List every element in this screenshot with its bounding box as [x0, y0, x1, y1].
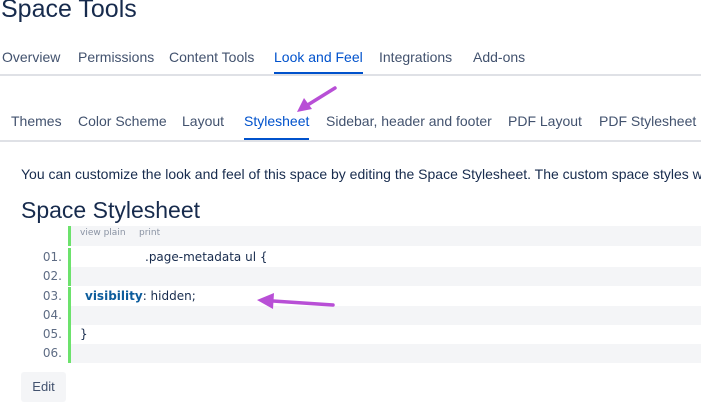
tab-sidebar-header-footer[interactable]: Sidebar, header and footer: [326, 113, 492, 129]
code-line-body: [68, 306, 701, 325]
code-line-body: [68, 267, 701, 286]
tab-permissions[interactable]: Permissions: [78, 49, 154, 65]
tab-color-scheme[interactable]: Color Scheme: [78, 113, 167, 129]
css-value-text: : hidden;: [142, 289, 196, 303]
code-line: 05. }: [22, 325, 701, 344]
code-line-body: [68, 344, 701, 363]
sub-tab-bar: Themes Color Scheme Layout Stylesheet Si…: [0, 108, 701, 142]
annotation-arrow-icon: [297, 86, 337, 112]
line-number: 04.: [42, 308, 62, 322]
line-number: 01.: [42, 250, 62, 264]
tab-themes[interactable]: Themes: [11, 113, 62, 129]
css-property-keyword: visibility: [85, 289, 143, 303]
tab-content-tools[interactable]: Content Tools: [169, 49, 254, 65]
view-plain-link[interactable]: view plain: [80, 228, 126, 238]
code-line-body: .page-metadata ul {: [68, 248, 701, 267]
main-tab-bar: Overview Permissions Content Tools Look …: [0, 44, 701, 76]
tab-look-and-feel[interactable]: Look and Feel: [274, 49, 363, 74]
intro-text: You can customize the look and feel of t…: [21, 166, 701, 182]
code-text: }: [80, 327, 88, 341]
code-line-body: visibility: hidden;: [68, 287, 701, 306]
line-number: 05.: [42, 327, 62, 341]
line-number: 02.: [42, 269, 62, 283]
tab-pdf-stylesheet[interactable]: PDF Stylesheet: [599, 113, 696, 129]
line-number: 06.: [42, 346, 62, 360]
code-line: 03. visibility: hidden;: [22, 287, 701, 306]
code-line: 04.: [22, 306, 701, 325]
page-title: Space Tools: [1, 0, 137, 23]
tab-integrations[interactable]: Integrations: [379, 49, 452, 65]
tab-add-ons[interactable]: Add-ons: [473, 49, 525, 65]
tab-layout[interactable]: Layout: [182, 113, 224, 129]
tab-overview[interactable]: Overview: [2, 49, 60, 65]
code-text: visibility: hidden;: [85, 289, 196, 303]
tab-pdf-layout[interactable]: PDF Layout: [508, 113, 582, 129]
code-line: 06.: [22, 344, 701, 363]
print-link[interactable]: print: [139, 228, 160, 238]
edit-button[interactable]: Edit: [21, 372, 66, 402]
code-block: view plain print 01. .page-metadata ul {…: [22, 226, 701, 363]
line-number: 03.: [42, 289, 62, 303]
code-line-body: }: [68, 325, 701, 344]
code-line: 01. .page-metadata ul {: [22, 248, 701, 267]
annotation-arrow-icon: [257, 293, 335, 309]
section-title: Space Stylesheet: [21, 197, 201, 223]
code-line: 02.: [22, 267, 701, 286]
code-text: .page-metadata ul {: [145, 250, 268, 264]
code-toolbar: view plain print: [68, 226, 701, 246]
